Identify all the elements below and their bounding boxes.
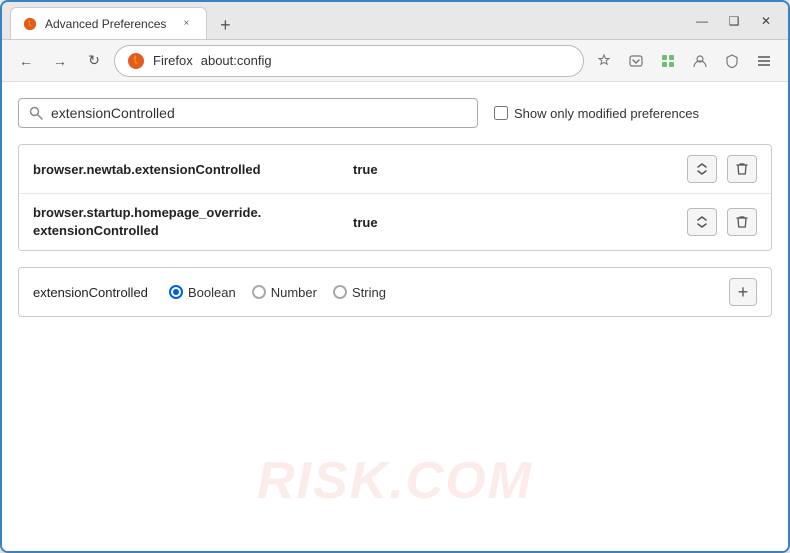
preference-name-1: browser.newtab.extensionControlled [33, 162, 353, 177]
firefox-logo-icon [127, 52, 145, 70]
preference-name-2-line1: browser.startup.homepage_override. [33, 205, 261, 220]
tab-favicon-icon [23, 17, 37, 31]
delete-button-1[interactable] [727, 155, 757, 183]
search-row: Show only modified preferences [18, 98, 772, 128]
tab-close-button[interactable]: × [178, 16, 194, 32]
radio-boolean-circle [169, 285, 183, 299]
nav-icons [590, 47, 778, 75]
profile-button[interactable] [686, 47, 714, 75]
show-modified-checkbox[interactable] [494, 106, 508, 120]
profile-icon [692, 53, 708, 69]
menu-button[interactable] [750, 47, 778, 75]
bookmark-star-button[interactable] [590, 47, 618, 75]
back-button[interactable]: ← [12, 47, 40, 75]
show-modified-text: Show only modified preferences [514, 106, 699, 121]
delete-button-2[interactable] [727, 208, 757, 236]
shield-button[interactable] [718, 47, 746, 75]
preference-search-input[interactable] [51, 105, 467, 121]
toggle-button-1[interactable] [687, 155, 717, 183]
nav-bar: ← → ↻ Firefox about:config [2, 40, 788, 82]
active-tab[interactable]: Advanced Preferences × [10, 7, 207, 39]
trash-icon [736, 162, 748, 176]
tab-area: Advanced Preferences × + [10, 2, 688, 39]
tab-title: Advanced Preferences [45, 17, 166, 31]
radio-string-option[interactable]: String [333, 285, 386, 300]
page-content: RISK.COM Show only modified preferences … [2, 82, 788, 551]
add-preference-button[interactable]: + [729, 278, 757, 306]
preference-value-1: true [353, 162, 687, 177]
extension-button[interactable] [654, 47, 682, 75]
maximize-button[interactable]: ❑ [720, 10, 748, 32]
new-tab-button[interactable]: + [211, 11, 239, 39]
puzzle-icon [660, 53, 676, 69]
radio-string-circle [333, 285, 347, 299]
preference-name-2-line2: extensionControlled [33, 223, 159, 238]
show-modified-label[interactable]: Show only modified preferences [494, 106, 699, 121]
minimize-button[interactable]: — [688, 10, 716, 32]
forward-button[interactable]: → [46, 47, 74, 75]
pocket-icon [628, 53, 644, 69]
radio-number-label: Number [271, 285, 317, 300]
hamburger-icon [756, 53, 772, 69]
radio-string-label: String [352, 285, 386, 300]
preference-actions-1 [687, 155, 757, 183]
toggle-button-2[interactable] [687, 208, 717, 236]
watermark: RISK.COM [257, 451, 533, 511]
refresh-button[interactable]: ↻ [80, 47, 108, 75]
new-preference-name: extensionControlled [33, 285, 153, 300]
radio-number-option[interactable]: Number [252, 285, 317, 300]
star-icon [596, 53, 612, 69]
close-button[interactable]: ✕ [752, 10, 780, 32]
pocket-button[interactable] [622, 47, 650, 75]
radio-boolean-label: Boolean [188, 285, 236, 300]
results-table: browser.newtab.extensionControlled true [18, 144, 772, 251]
radio-number-circle [252, 285, 266, 299]
table-row[interactable]: browser.newtab.extensionControlled true [19, 145, 771, 194]
add-preference-row: extensionControlled Boolean Number Strin… [18, 267, 772, 317]
preference-search-box[interactable] [18, 98, 478, 128]
arrows-swap-icon-2 [695, 215, 709, 229]
window-controls: — ❑ ✕ [688, 10, 780, 32]
arrows-swap-icon [695, 162, 709, 176]
type-radio-group: Boolean Number String [169, 285, 713, 300]
preference-name-2: browser.startup.homepage_override. exten… [33, 204, 353, 240]
radio-boolean-option[interactable]: Boolean [169, 285, 236, 300]
preference-value-2: true [353, 215, 687, 230]
url-display: about:config [201, 53, 571, 68]
browser-window: Advanced Preferences × + — ❑ ✕ ← → ↻ Fir… [0, 0, 790, 553]
title-bar: Advanced Preferences × + — ❑ ✕ [2, 2, 788, 40]
preference-actions-2 [687, 208, 757, 236]
shield-icon [724, 53, 740, 69]
table-row[interactable]: browser.startup.homepage_override. exten… [19, 194, 771, 250]
address-bar[interactable]: Firefox about:config [114, 45, 584, 77]
browser-name-label: Firefox [153, 53, 193, 68]
trash-icon-2 [736, 215, 748, 229]
search-icon [29, 106, 43, 120]
